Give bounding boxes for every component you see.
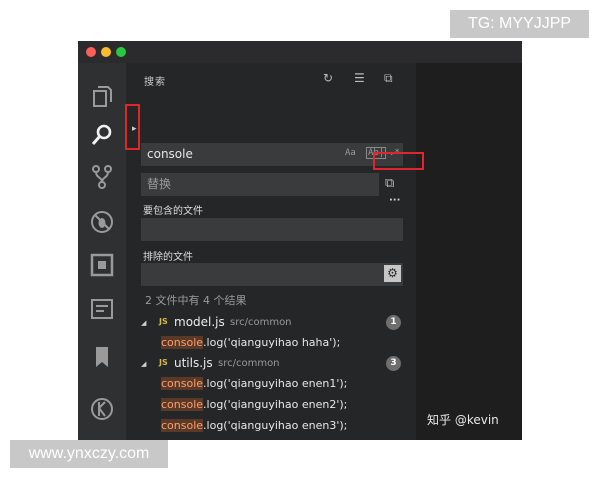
results-summary: 2 文件中有 4 个结果 — [145, 294, 247, 307]
match-row[interactable]: console.log('qianguyihao enen1'); — [126, 375, 416, 395]
result-file-name: model.js — [174, 315, 225, 329]
bottom-watermark: www.ynxczy.com — [10, 440, 168, 468]
replace-input-placeholder: 替换 — [147, 177, 172, 191]
exclude-files-input[interactable]: ⚙ — [141, 263, 403, 286]
annotation-box-more — [373, 152, 424, 170]
explorer-icon[interactable] — [86, 81, 118, 113]
match-row[interactable]: console.log('qianguyihao enen2'); — [126, 396, 416, 416]
source-control-icon[interactable] — [86, 161, 118, 193]
activity-bar — [78, 63, 126, 440]
search-sidebar: 搜索 ↻ ☰ ⧉ ▸ console Aa Ab| .* 替换 ⧉ ··· 要包… — [126, 63, 416, 440]
bookmark-icon[interactable] — [86, 341, 118, 373]
result-file-path: src/common — [230, 317, 292, 328]
search-icon[interactable] — [86, 119, 118, 151]
include-label: 要包含的文件 — [143, 206, 203, 217]
editor-area — [416, 63, 522, 440]
use-exclude-settings-toggle[interactable]: ⚙ — [384, 265, 401, 282]
collapse-all-icon[interactable]: ⧉ — [384, 71, 393, 86]
match-count-badge: 1 — [386, 315, 401, 330]
gitlens-icon[interactable] — [86, 393, 118, 425]
javascript-file-icon: JS — [159, 358, 168, 367]
search-input[interactable]: console Aa Ab| .* — [141, 143, 403, 166]
clear-results-icon[interactable]: ☰ — [354, 71, 365, 85]
javascript-file-icon: JS — [159, 317, 168, 326]
refresh-icon[interactable]: ↻ — [323, 71, 333, 85]
result-file-name: utils.js — [174, 356, 213, 370]
extensions-icon[interactable] — [86, 249, 118, 281]
exclude-label: 排除的文件 — [143, 252, 193, 263]
replace-input[interactable]: 替换 — [141, 173, 379, 196]
match-text: .log('qianguyihao haha'); — [203, 336, 341, 349]
match-highlight: console — [161, 398, 204, 411]
match-text: .log('qianguyihao enen3'); — [203, 419, 348, 432]
match-row[interactable]: console.log('qianguyihao haha'); — [126, 334, 416, 354]
author-credit: 知乎 @kevin — [427, 413, 499, 427]
expand-arrow-icon[interactable]: ◢ — [141, 319, 146, 327]
match-highlight: console — [161, 336, 204, 349]
more-details-icon[interactable]: ··· — [389, 195, 400, 206]
maximize-window-button[interactable] — [116, 47, 126, 57]
match-case-toggle[interactable]: Aa — [345, 148, 356, 158]
search-input-value: console — [147, 147, 193, 161]
top-watermark: TG: MYYJJPP — [450, 10, 589, 38]
match-highlight: console — [161, 419, 204, 432]
annotation-box-toggle — [125, 104, 140, 150]
match-highlight: console — [161, 377, 204, 390]
title-bar — [78, 41, 522, 63]
result-file-row[interactable]: ◢ JS utils.js src/common 3 — [126, 354, 416, 374]
include-files-input[interactable] — [141, 218, 403, 241]
result-file-path: src/common — [218, 358, 280, 369]
panel-title: 搜索 — [144, 77, 166, 88]
close-window-button[interactable] — [86, 47, 96, 57]
result-file-row[interactable]: ◢ JS model.js src/common 1 — [126, 313, 416, 333]
debug-icon[interactable] — [86, 206, 118, 238]
output-panel-icon[interactable] — [86, 293, 118, 325]
match-count-badge: 3 — [386, 356, 401, 371]
replace-all-icon[interactable]: ⧉ — [385, 176, 394, 191]
match-text: .log('qianguyihao enen1'); — [203, 377, 348, 390]
editor-window: 搜索 ↻ ☰ ⧉ ▸ console Aa Ab| .* 替换 ⧉ ··· 要包… — [78, 41, 522, 440]
minimize-window-button[interactable] — [101, 47, 111, 57]
expand-arrow-icon[interactable]: ◢ — [141, 360, 146, 368]
match-text: .log('qianguyihao enen2'); — [203, 398, 348, 411]
match-row[interactable]: console.log('qianguyihao enen3'); — [126, 417, 416, 437]
